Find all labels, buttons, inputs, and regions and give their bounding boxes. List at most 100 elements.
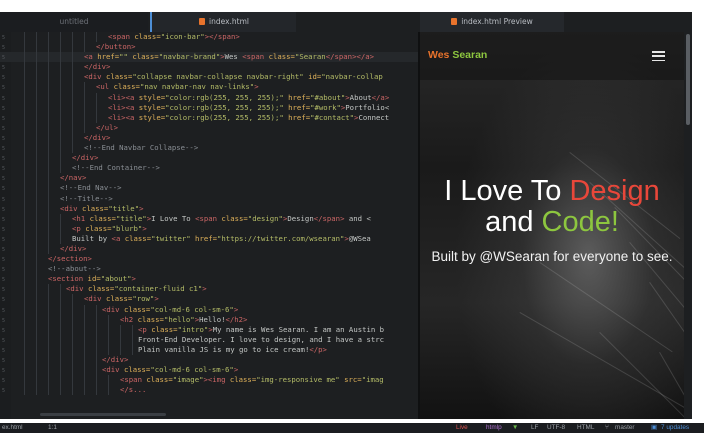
indent-guide [72, 334, 73, 345]
code-line[interactable]: 5 <h2 class="hello">Hello!</h2> [0, 314, 418, 325]
indent-guide [96, 385, 97, 396]
code-line[interactable]: 5 <p class="blurb"> [0, 223, 418, 234]
code-text: <div class="collapse navbar-collapse nav… [84, 72, 383, 82]
status-encoding[interactable]: UTF-8 [547, 423, 565, 433]
code-line[interactable]: 5 </s... [0, 385, 418, 396]
indent-guide [24, 173, 25, 184]
indent-guide [96, 344, 97, 355]
hamburger-menu-icon[interactable] [652, 51, 665, 62]
code-line[interactable]: 5 <span class="icon-bar"></span> [0, 32, 418, 43]
status-dropdown-icon[interactable]: ▼ [512, 423, 518, 433]
code-line[interactable]: 5 <li><a style="color:rgb(255, 255, 255);… [0, 92, 418, 103]
code-line[interactable]: 5 Built by <a class="twitter" href="https… [0, 233, 418, 244]
status-updates[interactable]: 7 updates [661, 423, 689, 433]
indent-guide [36, 324, 37, 335]
code-text: <div class="title"> [60, 203, 144, 213]
indent-guide [72, 92, 73, 103]
code-line[interactable]: 5 <span class="image"><img class="img-res… [0, 375, 418, 386]
indent-guide [60, 324, 61, 335]
tab-preview[interactable]: index.html Preview [420, 12, 564, 32]
branch-icon: ⑂ [605, 424, 609, 431]
indent-guide [36, 193, 37, 204]
code-line[interactable]: 5 </div> [0, 62, 418, 73]
indent-guide [48, 344, 49, 355]
horizontal-scrollbar[interactable] [40, 413, 166, 416]
code-editor[interactable]: 5 <span class="icon-bar"></span> 5 </button… [0, 32, 418, 419]
status-htmlp[interactable]: htmlp [486, 423, 502, 433]
code-line[interactable]: 5 <div class="row"> [0, 294, 418, 305]
code-text: Built by <a class="twitter" href="https:… [72, 233, 371, 243]
code-line[interactable]: 5 <div class="col-md-6 col-sm-6"> [0, 304, 418, 315]
indent-guide [84, 112, 85, 123]
indent-guide [60, 213, 61, 224]
indent-guide [84, 82, 85, 93]
code-line[interactable]: 5 <a href="" class="navbar-brand">Wes <sp… [0, 52, 418, 63]
indent-guide [36, 355, 37, 366]
code-line[interactable]: 5 <!--about--> [0, 264, 418, 275]
code-line[interactable]: 5 </section> [0, 254, 418, 265]
line-number: 5 [2, 236, 6, 243]
indent-guide [48, 233, 49, 244]
code-line[interactable]: 5 </div> [0, 153, 418, 164]
line-number: 5 [2, 176, 6, 183]
tab-untitled[interactable]: untitled [0, 12, 148, 32]
indent-guide [36, 132, 37, 144]
tab-index-html[interactable]: index.html [150, 12, 296, 32]
indent-guide [48, 243, 49, 255]
code-line[interactable]: 5 Plain vanilla JS is my go to ice cream!… [0, 344, 418, 355]
navbar-brand[interactable]: Wes Searan [428, 49, 487, 61]
status-line-ending[interactable]: LF [531, 423, 538, 433]
scrollbar-thumb[interactable] [686, 34, 690, 125]
code-line[interactable]: 5 </nav> [0, 173, 418, 184]
status-branch[interactable]: master [615, 423, 635, 433]
indent-guide [24, 102, 25, 113]
line-number: 5 [2, 368, 6, 375]
code-line[interactable]: 5 <ul class="nav navbar-nav nav-links"> [0, 82, 418, 93]
code-line[interactable]: 5 <!--Title--> [0, 193, 418, 204]
indent-guide [72, 42, 73, 53]
code-line[interactable]: 5 Front-End Developer. I love to design, … [0, 334, 418, 345]
code-line[interactable]: 5 </div> [0, 132, 418, 144]
indent-guide [84, 314, 85, 325]
code-line[interactable]: 5 <p class="intro">My name is Wes Searan.… [0, 324, 418, 335]
code-line[interactable]: 5 <!--End Navbar Collapse--> [0, 143, 418, 154]
tab-label: untitled [59, 17, 89, 26]
status-bar: ex.html 1:1 Live htmlp ▼ LF UTF-8 HTML ⑂… [0, 423, 704, 433]
status-grammar[interactable]: HTML [577, 423, 594, 433]
preview-vertical-scrollbar[interactable] [684, 32, 692, 419]
indent-guide [60, 304, 61, 315]
indent-guide [60, 42, 61, 53]
status-file-name[interactable]: ex.html [2, 423, 23, 433]
line-number: 5 [2, 226, 6, 233]
indent-guide [24, 122, 25, 133]
indent-guide [24, 274, 25, 285]
code-line[interactable]: 5 <div class="col-md-6 col-sm-6"> [0, 365, 418, 376]
indent-guide [48, 122, 49, 133]
status-cursor-position[interactable]: 1:1 [48, 423, 57, 433]
code-line[interactable]: 5 </div> [0, 243, 418, 255]
code-line[interactable]: 5 <li><a style="color:rgb(255, 255, 255);… [0, 102, 418, 113]
code-line[interactable]: 5 <h1 class="title">I Love To <span class… [0, 213, 418, 224]
code-line[interactable]: 5 <section id="about"> [0, 274, 418, 285]
indent-guide [24, 223, 25, 234]
code-line[interactable]: 5 <div class="container-fluid c1"> [0, 284, 418, 295]
indent-guide [96, 112, 97, 123]
app-window: untitled index.html index.html Preview 5… [0, 0, 704, 433]
code-line[interactable]: 5 <!--End Container--> [0, 163, 418, 174]
code-line[interactable]: 5 </ul> [0, 122, 418, 133]
code-line[interactable]: 5 </button> [0, 42, 418, 53]
indent-guide [60, 284, 61, 295]
indent-guide [84, 92, 85, 103]
code-line[interactable]: 5 <div class="collapse navbar-collapse na… [0, 72, 418, 83]
code-line[interactable]: 5 <div class="title"> [0, 203, 418, 214]
indent-guide [132, 344, 133, 355]
indent-guide [36, 304, 37, 315]
indent-guide [108, 334, 109, 345]
code-line[interactable]: 5 </div> [0, 355, 418, 366]
code-line[interactable]: 5 <!--End Nav--> [0, 183, 418, 194]
indent-guide [48, 42, 49, 53]
code-line[interactable]: 5 <li><a style="color:rgb(255, 255, 255);… [0, 112, 418, 123]
indent-guide [60, 122, 61, 133]
status-live[interactable]: Live [456, 423, 468, 433]
code-text: Plain vanilla JS is my go to ice cream!<… [138, 344, 327, 354]
